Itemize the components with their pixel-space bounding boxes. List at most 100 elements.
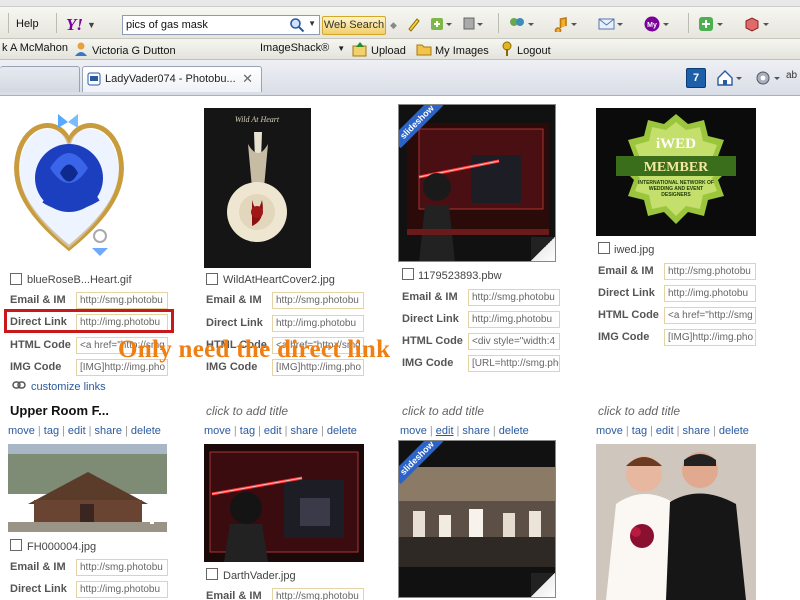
home-icon[interactable] bbox=[716, 69, 744, 87]
photo-actions: move | tag | edit | share | delete bbox=[8, 425, 161, 437]
move-link[interactable]: move bbox=[400, 425, 427, 437]
thumbnail-wild-at-heart-cover[interactable]: Wild At Heart bbox=[204, 108, 311, 268]
logout-button[interactable]: Logout bbox=[500, 41, 551, 60]
share-link[interactable]: share bbox=[291, 425, 319, 437]
customize-links-label: customize links bbox=[31, 380, 106, 393]
thumbnail-blue-rose-heart[interactable] bbox=[10, 108, 128, 268]
search-field[interactable]: ▼ bbox=[122, 15, 320, 35]
separator: | bbox=[125, 425, 128, 437]
add-on-icon[interactable] bbox=[698, 16, 724, 32]
flag-icon[interactable] bbox=[462, 16, 484, 32]
share-link[interactable]: share bbox=[462, 425, 490, 437]
bookmark-item-1[interactable]: k A McMahon bbox=[2, 42, 68, 54]
music-icon[interactable] bbox=[554, 16, 578, 32]
thumbnail-wedding-couple[interactable] bbox=[596, 444, 756, 600]
file-name: iwed.jpg bbox=[614, 244, 655, 256]
page-count-badge[interactable]: 7 bbox=[686, 68, 706, 88]
html-code-field[interactable]: <a href="http://smg bbox=[664, 307, 756, 324]
delete-link[interactable]: delete bbox=[327, 425, 357, 437]
search-icon[interactable] bbox=[289, 17, 305, 36]
customize-links[interactable]: customize links bbox=[12, 380, 106, 393]
thumbnail-slideshow-wedding-hall[interactable]: slideshow bbox=[398, 440, 556, 598]
separator: | bbox=[284, 425, 288, 437]
groups-icon[interactable] bbox=[508, 16, 534, 32]
delete-link[interactable]: delete bbox=[131, 425, 161, 437]
package-icon[interactable] bbox=[744, 16, 770, 32]
share-link[interactable]: share bbox=[95, 425, 123, 437]
select-checkbox[interactable] bbox=[10, 539, 22, 551]
thumbnail-iwed-member-badge[interactable]: iWED MEMBER INTERNATIONAL NETWORK OF WED… bbox=[596, 108, 756, 236]
my-images-button[interactable]: My Images bbox=[416, 41, 489, 60]
tab-previous[interactable] bbox=[0, 66, 80, 92]
search-dropdown-icon[interactable]: ▼ bbox=[308, 19, 316, 28]
img-code-field[interactable]: [URL=http://smg.pho bbox=[468, 355, 560, 372]
thumbnail-church-building[interactable] bbox=[8, 444, 167, 532]
my-yahoo-icon[interactable]: My bbox=[644, 16, 670, 32]
add-bookmark-icon[interactable] bbox=[430, 16, 452, 32]
highlight-pen-icon[interactable] bbox=[406, 16, 422, 32]
email-im-field[interactable]: http://smg.photobu bbox=[76, 559, 168, 576]
tools-gear-icon[interactable] bbox=[754, 69, 782, 87]
select-checkbox[interactable] bbox=[206, 568, 218, 580]
separator: | bbox=[429, 425, 433, 437]
move-link[interactable]: move bbox=[596, 425, 623, 437]
img-code-field[interactable]: [IMG]http://img.pho bbox=[664, 329, 756, 346]
yahoo-logo-icon[interactable]: Y! ▼ bbox=[66, 15, 96, 35]
select-checkbox[interactable] bbox=[402, 268, 414, 280]
edit-link[interactable]: edit bbox=[68, 425, 86, 437]
email-im-label: Email & IM bbox=[206, 590, 262, 600]
select-checkbox[interactable] bbox=[206, 273, 218, 285]
tag-link[interactable]: tag bbox=[632, 425, 647, 437]
email-im-field[interactable]: http://smg.photobu bbox=[468, 289, 560, 306]
tag-link[interactable]: tag bbox=[44, 425, 59, 437]
imageshack-label: ImageShack® bbox=[260, 42, 330, 54]
email-im-field[interactable]: http://smg.photobu bbox=[272, 292, 364, 309]
dropdown-arrow-icon: ▼ bbox=[337, 43, 346, 53]
tab-strip: LadyVader074 - Photobu... ✕ 7 ab bbox=[0, 60, 800, 96]
select-checkbox[interactable] bbox=[598, 242, 610, 254]
mail-icon[interactable] bbox=[598, 16, 624, 32]
tag-link[interactable]: tag bbox=[240, 425, 255, 437]
email-im-field[interactable]: http://smg.photobu bbox=[76, 292, 168, 309]
search-input[interactable] bbox=[123, 16, 283, 34]
bookmark-item-2[interactable]: Victoria G Dutton bbox=[74, 41, 176, 60]
menu-help[interactable]: Help bbox=[16, 18, 39, 30]
chain-link-icon bbox=[12, 380, 26, 393]
thumbnail-darth-vader[interactable] bbox=[204, 444, 364, 562]
direct-link-field[interactable]: http://img.photobu bbox=[664, 285, 756, 302]
abc-spellcheck-icon[interactable]: ab bbox=[786, 70, 797, 81]
delete-link[interactable]: delete bbox=[719, 425, 749, 437]
select-checkbox[interactable] bbox=[10, 273, 22, 285]
direct-link-label: Direct Link bbox=[598, 287, 655, 299]
delete-link[interactable]: delete bbox=[499, 425, 529, 437]
tab-close-icon[interactable]: ✕ bbox=[242, 71, 253, 87]
direct-link-field[interactable]: http://img.photobu bbox=[272, 315, 364, 332]
separator: | bbox=[62, 425, 65, 437]
click-to-add-title[interactable]: click to add title bbox=[206, 404, 288, 418]
move-link[interactable]: move bbox=[204, 425, 231, 437]
upload-icon bbox=[352, 41, 368, 60]
direct-link-field[interactable]: http://img.photobu bbox=[468, 311, 560, 328]
click-to-add-title[interactable]: click to add title bbox=[402, 404, 484, 418]
album-title[interactable]: Upper Room F... bbox=[10, 403, 109, 418]
email-im-field[interactable]: http://smg.photobu bbox=[272, 588, 364, 600]
imageshack-menu[interactable]: ImageShack® ▼ bbox=[248, 42, 345, 54]
edit-link[interactable]: edit bbox=[436, 425, 454, 437]
file-name: WildAtHeartCover2.jpg bbox=[223, 274, 335, 286]
photo-actions: move | edit | share | delete bbox=[400, 425, 529, 437]
badge-member-text: MEMBER bbox=[644, 160, 709, 175]
email-im-field[interactable]: http://smg.photobu bbox=[664, 263, 756, 280]
html-code-field[interactable]: <div style="width:4 bbox=[468, 333, 560, 350]
tab-photobucket[interactable]: LadyVader074 - Photobu... ✕ bbox=[82, 66, 262, 92]
move-link[interactable]: move bbox=[8, 425, 35, 437]
click-to-add-title[interactable]: click to add title bbox=[598, 404, 680, 418]
direct-link-field[interactable]: http://img.photobu bbox=[76, 581, 168, 598]
share-link[interactable]: share bbox=[683, 425, 711, 437]
edit-link[interactable]: edit bbox=[656, 425, 674, 437]
upload-button[interactable]: Upload bbox=[352, 41, 406, 60]
direct-link-label: Direct Link bbox=[206, 317, 263, 329]
web-search-button[interactable]: Web Search bbox=[322, 16, 386, 35]
more-chevron-icon[interactable]: ◆ bbox=[390, 20, 397, 31]
thumbnail-slideshow-darth-vader[interactable]: slideshow bbox=[398, 104, 556, 262]
edit-link[interactable]: edit bbox=[264, 425, 282, 437]
